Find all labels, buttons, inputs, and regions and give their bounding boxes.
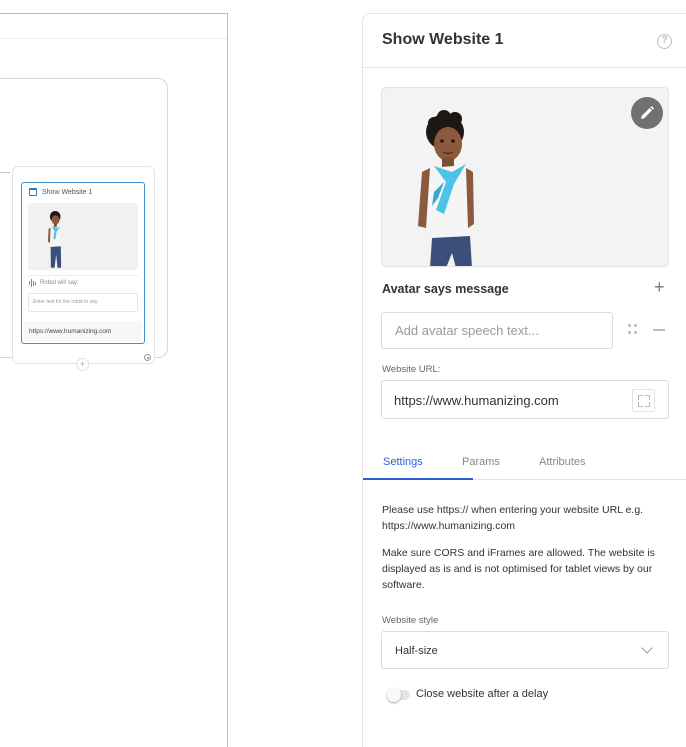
node-header: Show Website 1 [29,188,92,196]
drag-handle-icon[interactable] [628,324,638,336]
settings-tabs: Settings Params Attributes [363,450,686,480]
question-mark-circle-icon[interactable]: ? [657,34,672,49]
browser-window-icon [29,188,37,196]
show-website-node[interactable]: Show Website 1 Robot will say: Enter tex… [21,182,145,344]
robot-says-label: Robot will say: [40,280,79,286]
sound-wave-icon [29,279,36,287]
node-divider [28,275,138,276]
minus-icon[interactable] [653,329,665,331]
info-cors-hint: Make sure CORS and iFrames are allowed. … [382,547,655,591]
toggle-knob [387,688,401,702]
properties-panel: Show Website 1 ? Avatar says message + A… [362,13,686,747]
avatar-speech-input[interactable] [381,312,613,349]
expand-icon[interactable] [632,389,655,412]
tab-settings[interactable]: Settings [383,456,423,468]
node-title: Show Website 1 [42,188,93,196]
avatar-image [418,110,474,266]
panel-header: Show Website 1 ? [363,14,686,68]
panel-title: Show Website 1 [382,31,504,48]
tab-attributes[interactable]: Attributes [539,456,585,468]
node-url: https://www.humanizing.com [29,328,112,335]
info-url-hint: Please use https:// when entering your w… [382,504,644,532]
website-style-select[interactable]: Half-size [381,631,669,669]
edit-avatar-button[interactable] [631,97,663,129]
avatar-thumbnail [47,210,62,268]
active-tab-indicator [363,478,473,480]
output-port[interactable] [144,354,151,361]
pencil-icon [641,106,654,119]
connector-line [0,172,10,173]
plus-icon[interactable]: + [654,278,665,296]
avatar-says-label: Avatar says message [382,282,509,296]
flow-canvas[interactable]: Show Website 1 Robot will say: Enter tex… [0,13,228,747]
add-node-button[interactable]: + [76,358,89,371]
chevron-down-icon [641,642,653,654]
website-url-field[interactable]: https://www.humanizing.com [381,380,669,419]
node-speech-input[interactable]: Enter text for the robot to say [28,293,138,312]
website-style-label: Website style [382,615,439,626]
website-url-value[interactable]: https://www.humanizing.com [394,393,559,408]
canvas-toolbar [0,14,227,39]
close-delay-label: Close website after a delay [416,688,549,700]
close-delay-toggle[interactable] [387,688,410,702]
node-avatar-preview [28,203,138,270]
robot-says-row: Robot will say: [29,279,79,287]
tab-params[interactable]: Params [462,456,500,468]
website-url-label: Website URL: [382,364,441,375]
website-style-value: Half-size [395,645,438,657]
avatar-preview [381,87,669,267]
